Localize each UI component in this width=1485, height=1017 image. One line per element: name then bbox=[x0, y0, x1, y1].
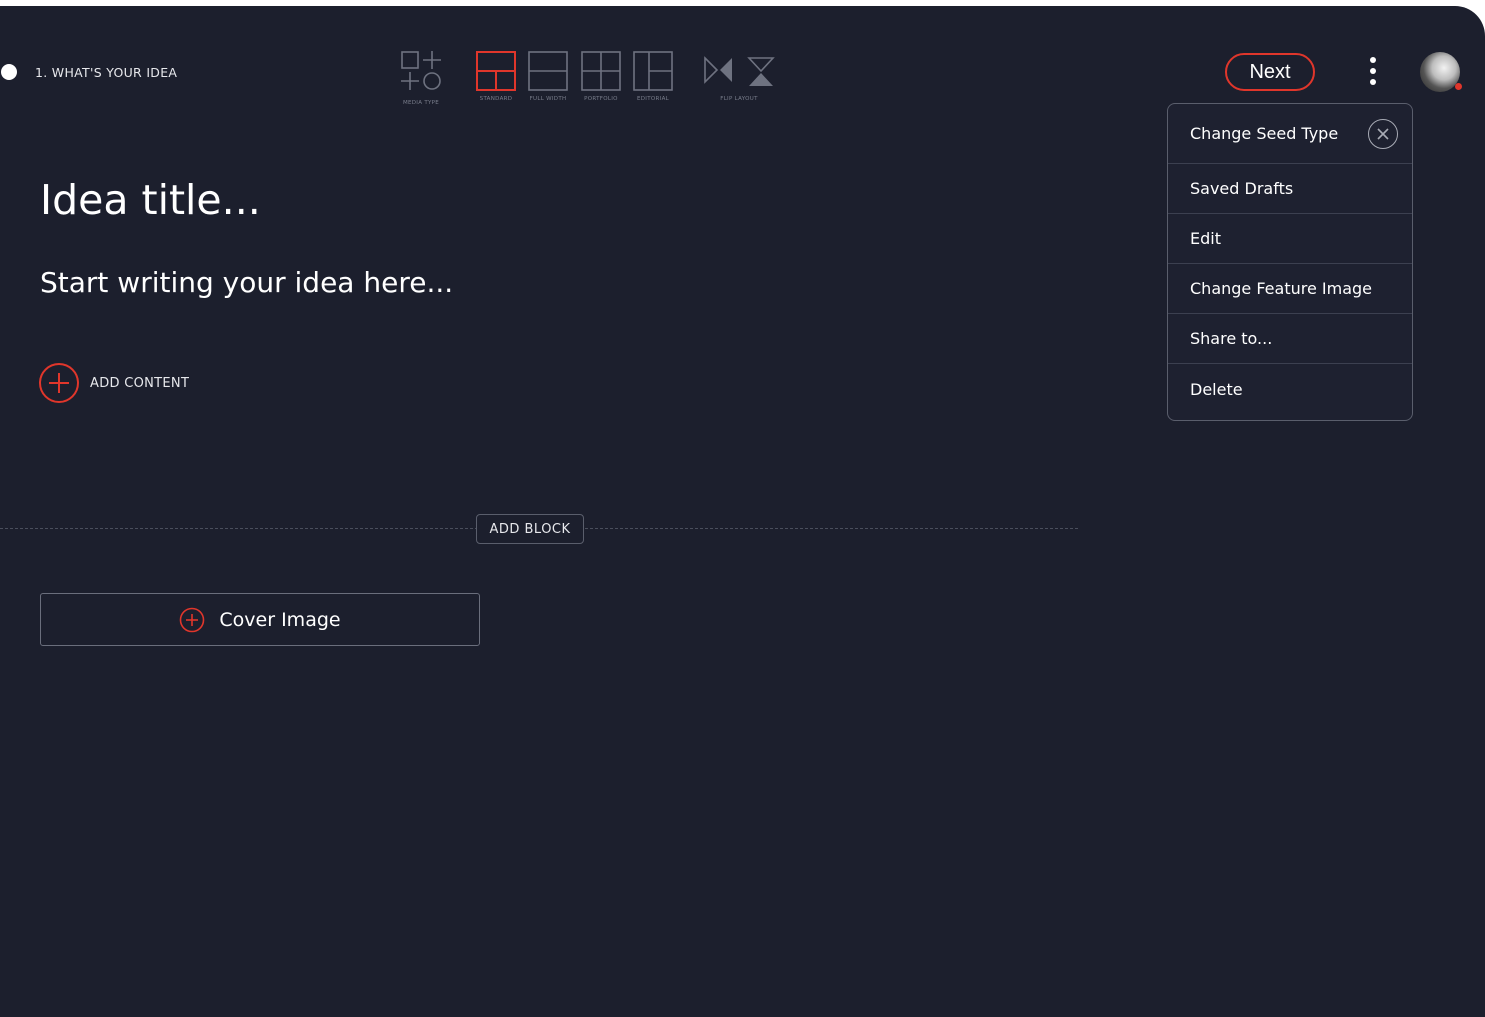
standard-caption: STANDARD bbox=[479, 96, 513, 102]
layout-standard-icon bbox=[476, 51, 516, 91]
add-circle-icon bbox=[180, 607, 205, 632]
more-options-icon[interactable] bbox=[1363, 55, 1383, 87]
menu-item-share[interactable]: Share to... bbox=[1168, 314, 1412, 364]
notification-dot bbox=[1455, 83, 1462, 90]
layout-editorial-icon bbox=[633, 51, 673, 91]
layout-toolbar: MEDIA TYPE STANDARD FULL WIDTH PORTFOLIO… bbox=[0, 50, 800, 120]
editorial-caption: EDITORIAL bbox=[637, 96, 669, 102]
next-button[interactable]: Next bbox=[1225, 53, 1315, 91]
close-icon[interactable] bbox=[1368, 118, 1398, 149]
menu-item-change-seed-type[interactable]: Change Seed Type bbox=[1168, 104, 1412, 164]
menu-item-edit[interactable]: Edit bbox=[1168, 214, 1412, 264]
portfolio-caption: PORTFOLIO bbox=[584, 96, 618, 102]
avatar[interactable] bbox=[1420, 52, 1460, 92]
add-content-label: ADD CONTENT bbox=[90, 375, 190, 391]
media-type-tool[interactable]: MEDIA TYPE bbox=[397, 50, 445, 106]
layout-standard-tool[interactable]: STANDARD bbox=[475, 50, 517, 102]
cover-image-label: Cover Image bbox=[219, 608, 341, 631]
idea-body-input[interactable] bbox=[40, 266, 840, 299]
layout-editorial-tool[interactable]: EDITORIAL bbox=[632, 50, 674, 102]
flip-layout-icon bbox=[704, 56, 775, 86]
layout-full-width-tool[interactable]: FULL WIDTH bbox=[527, 50, 569, 102]
add-circle-icon bbox=[39, 363, 79, 403]
menu-item-saved-drafts[interactable]: Saved Drafts bbox=[1168, 164, 1412, 214]
flip-layout-caption: FLIP LAYOUT bbox=[720, 96, 758, 102]
media-type-icon bbox=[401, 51, 441, 90]
editor-window: 1. WHAT'S YOUR IDEA MEDIA TYPE STANDARD bbox=[0, 6, 1485, 1017]
cover-image-button[interactable]: Cover Image bbox=[40, 593, 480, 646]
flip-layout-tool[interactable]: FLIP LAYOUT bbox=[700, 50, 778, 102]
layout-portfolio-tool[interactable]: PORTFOLIO bbox=[580, 50, 622, 102]
add-block-button[interactable]: ADD BLOCK bbox=[476, 514, 584, 544]
layout-portfolio-icon bbox=[581, 51, 621, 91]
full-width-caption: FULL WIDTH bbox=[529, 96, 567, 102]
menu-header-label: Change Seed Type bbox=[1190, 124, 1339, 143]
menu-item-change-feature-image[interactable]: Change Feature Image bbox=[1168, 264, 1412, 314]
menu-item-delete[interactable]: Delete bbox=[1168, 364, 1412, 414]
layout-full-width-icon bbox=[528, 51, 568, 91]
media-type-caption: MEDIA TYPE bbox=[402, 100, 440, 106]
options-menu: Change Seed Type Saved Drafts Edit Chang… bbox=[1167, 103, 1413, 421]
add-content-button[interactable]: ADD CONTENT bbox=[38, 362, 189, 404]
idea-title-input[interactable] bbox=[40, 176, 840, 224]
